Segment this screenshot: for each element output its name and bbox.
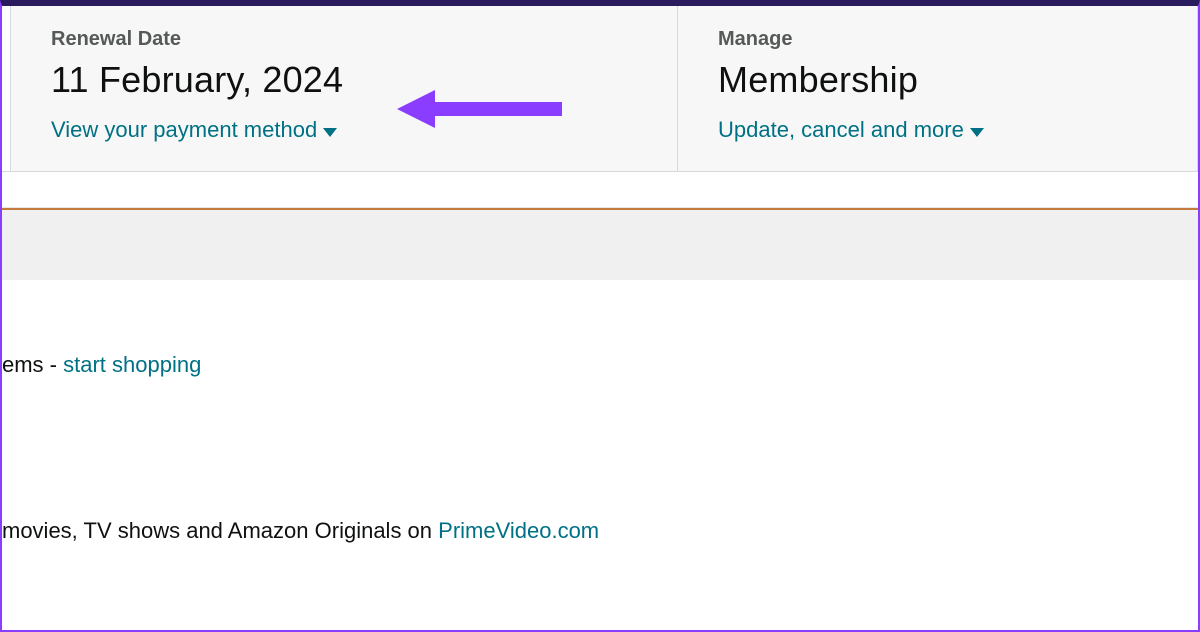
primevideo-link[interactable]: PrimeVideo.com bbox=[438, 518, 599, 543]
start-shopping-link[interactable]: start shopping bbox=[63, 352, 201, 377]
renewal-date-value: 11 February, 2024 bbox=[51, 59, 637, 101]
shopping-line: ems - start shopping bbox=[2, 352, 1198, 378]
view-payment-method-text: View your payment method bbox=[51, 117, 317, 143]
primevideo-prefix: movies, TV shows and Amazon Originals on bbox=[2, 518, 438, 543]
renewal-date-label: Renewal Date bbox=[51, 28, 637, 51]
manage-label: Manage bbox=[718, 28, 1157, 51]
renewal-date-card: Renewal Date 11 February, 2024 View your… bbox=[10, 6, 678, 171]
update-cancel-text: Update, cancel and more bbox=[718, 117, 964, 143]
content-area: ems - start shopping movies, TV shows an… bbox=[2, 280, 1198, 544]
primevideo-line: movies, TV shows and Amazon Originals on… bbox=[2, 518, 1198, 544]
caret-down-icon bbox=[970, 128, 984, 137]
view-payment-method-link[interactable]: View your payment method bbox=[51, 117, 337, 143]
shopping-prefix: ems - bbox=[2, 352, 63, 377]
white-gap bbox=[2, 172, 1198, 208]
grey-band bbox=[2, 210, 1198, 280]
manage-membership-card: Manage Membership Update, cancel and mor… bbox=[678, 6, 1198, 171]
account-cards-row: Renewal Date 11 February, 2024 View your… bbox=[2, 6, 1198, 172]
manage-value: Membership bbox=[718, 59, 1157, 101]
caret-down-icon bbox=[323, 128, 337, 137]
update-cancel-link[interactable]: Update, cancel and more bbox=[718, 117, 984, 143]
